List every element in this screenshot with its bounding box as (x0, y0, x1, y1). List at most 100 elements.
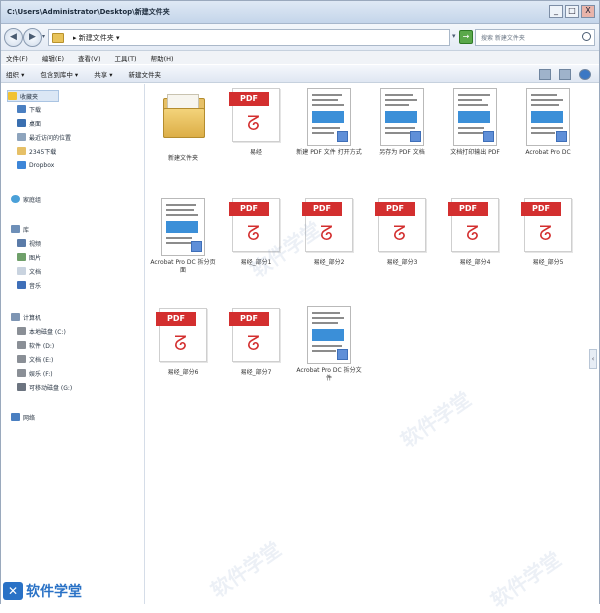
pdf-badge: PDF (229, 202, 269, 216)
close-button[interactable]: X (581, 5, 595, 18)
explorer-window: C:\Users\Administrator\Desktop\新建文件夹 _ □… (0, 0, 600, 613)
nav-removable-g[interactable]: 可移动磁盘 (G:) (17, 382, 72, 392)
title-bar[interactable]: C:\Users\Administrator\Desktop\新建文件夹 _ □… (1, 1, 599, 24)
maximize-button[interactable]: □ (565, 5, 579, 18)
picture-icon (17, 253, 26, 261)
file-item[interactable]: Acrobat Pro DC 拆分文件 (295, 306, 363, 383)
folder-icon (17, 147, 26, 155)
folder-icon-wrap (158, 94, 208, 152)
organize-button[interactable]: 组织 ▾ (6, 69, 24, 79)
file-item[interactable]: PDF ᘔ 易经_部分5 (514, 198, 582, 267)
file-item[interactable]: 另存为 PDF 文档 (368, 88, 436, 157)
document-thumbnail-icon (523, 88, 573, 146)
computer-icon (11, 313, 20, 321)
file-item[interactable]: PDF ᘔ 易经_部分3 (368, 198, 436, 267)
menu-help[interactable]: 帮助(H) (151, 53, 174, 63)
nav-dropbox[interactable]: Dropbox (17, 160, 54, 170)
file-name: 新建 PDF 文件 打开方式 (296, 149, 362, 156)
refresh-icon[interactable]: → (459, 30, 473, 44)
nav-drive-c[interactable]: 本地磁盘 (C:) (17, 326, 66, 336)
nav-pictures[interactable]: 图片 (17, 252, 41, 262)
search-placeholder: 搜索 新建文件夹 (481, 35, 525, 42)
nav-2345-download[interactable]: 2345下载 (17, 146, 56, 156)
star-icon (8, 92, 17, 100)
preview-pane-icon[interactable] (559, 69, 571, 80)
menu-view[interactable]: 查看(V) (78, 53, 101, 63)
file-name: Acrobat Pro DC 拆分页面 (150, 259, 216, 274)
nav-videos[interactable]: 视频 (17, 238, 41, 248)
pdf-file-icon: PDF ᘔ (448, 198, 500, 256)
nav-recent[interactable]: 最近访问的位置 (17, 132, 71, 142)
share-button[interactable]: 共享 ▾ (94, 69, 112, 79)
file-name: 易经_部分2 (313, 259, 345, 266)
file-name: 易经_部分6 (167, 369, 199, 376)
drive-icon (17, 369, 26, 377)
file-item[interactable]: Acrobat Pro DC (514, 88, 582, 157)
nav-drive-d[interactable]: 软件 (D:) (17, 340, 54, 350)
breadcrumb[interactable]: ▸ 新建文件夹 ▾ (73, 33, 119, 43)
command-bar: 组织 ▾ 包含到库中 ▾ 共享 ▾ 新建文件夹 (1, 65, 599, 83)
change-view-icon[interactable] (539, 69, 551, 80)
menu-tools[interactable]: 工具(T) (115, 53, 137, 63)
nav-desktop[interactable]: 桌面 (17, 118, 41, 128)
desktop-icon (17, 119, 26, 127)
file-item[interactable]: PDF ᘔ 易经_部分4 (441, 198, 509, 267)
back-button[interactable]: ◀ (4, 28, 23, 47)
nav-documents[interactable]: 文档 (17, 266, 41, 276)
file-item[interactable]: PDF ᘔ 易经 (222, 88, 290, 157)
file-name: 易经 (249, 149, 262, 156)
file-item[interactable]: PDF ᘔ 易经_部分1 (222, 198, 290, 267)
forward-button[interactable]: ▶ (23, 28, 42, 47)
pdf-file-icon: PDF ᘔ (521, 198, 573, 256)
pdf-badge: PDF (229, 92, 269, 106)
watermark: 软件学堂 (206, 536, 286, 603)
download-icon (17, 105, 26, 113)
new-folder-button[interactable]: 新建文件夹 (129, 69, 162, 79)
search-input[interactable]: 搜索 新建文件夹 (475, 29, 595, 46)
file-item[interactable]: 文档打印输出 PDF (441, 88, 509, 157)
file-name: Acrobat Pro DC (525, 149, 571, 156)
nav-music[interactable]: 音乐 (17, 280, 41, 290)
file-item[interactable]: Acrobat Pro DC 拆分页面 (149, 198, 217, 275)
pdf-badge: PDF (229, 312, 269, 326)
address-dropdown-icon[interactable]: ▾ (452, 32, 456, 40)
music-icon (17, 281, 26, 289)
pdf-badge: PDF (375, 202, 415, 216)
document-thumbnail-icon (304, 88, 354, 146)
folder-icon (52, 33, 64, 43)
pdf-file-icon: PDF ᘔ (156, 308, 208, 366)
nav-drive-e[interactable]: 文档 (E:) (17, 354, 53, 364)
include-in-library-button[interactable]: 包含到库中 ▾ (40, 69, 78, 79)
history-dropdown-icon[interactable]: ▾ (42, 33, 45, 40)
library-icon (11, 225, 20, 233)
nav-network[interactable]: 网络 (11, 412, 35, 422)
help-icon[interactable] (579, 69, 591, 80)
file-item[interactable]: 新建 PDF 文件 打开方式 (295, 88, 363, 157)
file-list: 新建文件夹 PDF ᘔ 易经 新建 PDF 文件 打开方式 另存为 PDF 文档 … (145, 84, 599, 613)
pdf-badge: PDF (302, 202, 342, 216)
file-item[interactable]: PDF ᘔ 易经_部分7 (222, 308, 290, 377)
file-name: 易经_部分3 (386, 259, 418, 266)
file-name: 易经_部分4 (459, 259, 491, 266)
logo-text: 软件学堂 (26, 584, 82, 600)
file-name: 另存为 PDF 文档 (379, 149, 425, 156)
pdf-badge: PDF (156, 312, 196, 326)
file-item[interactable]: 新建文件夹 (149, 88, 217, 163)
minimize-button[interactable]: _ (549, 5, 563, 18)
file-item[interactable]: PDF ᘔ 易经_部分2 (295, 198, 363, 267)
nav-downloads[interactable]: 下载 (17, 104, 41, 114)
nav-favorites[interactable]: 收藏夹 (7, 90, 59, 102)
nav-homegroup[interactable]: 家庭组 (11, 194, 41, 204)
nav-drive-f[interactable]: 娱乐 (F:) (17, 368, 53, 378)
nav-libraries[interactable]: 库 (11, 224, 29, 234)
drive-icon (17, 327, 26, 335)
menu-edit[interactable]: 编辑(E) (42, 53, 64, 63)
nav-computer[interactable]: 计算机 (11, 312, 41, 322)
menu-file[interactable]: 文件(F) (6, 53, 28, 63)
document-thumbnail-icon (450, 88, 500, 146)
address-path-box[interactable]: ▸ 新建文件夹 ▾ (48, 29, 450, 46)
pane-collapse-handle[interactable]: ‹ (589, 349, 597, 369)
drive-icon (17, 341, 26, 349)
drive-icon (17, 355, 26, 363)
file-item[interactable]: PDF ᘔ 易经_部分6 (149, 308, 217, 377)
